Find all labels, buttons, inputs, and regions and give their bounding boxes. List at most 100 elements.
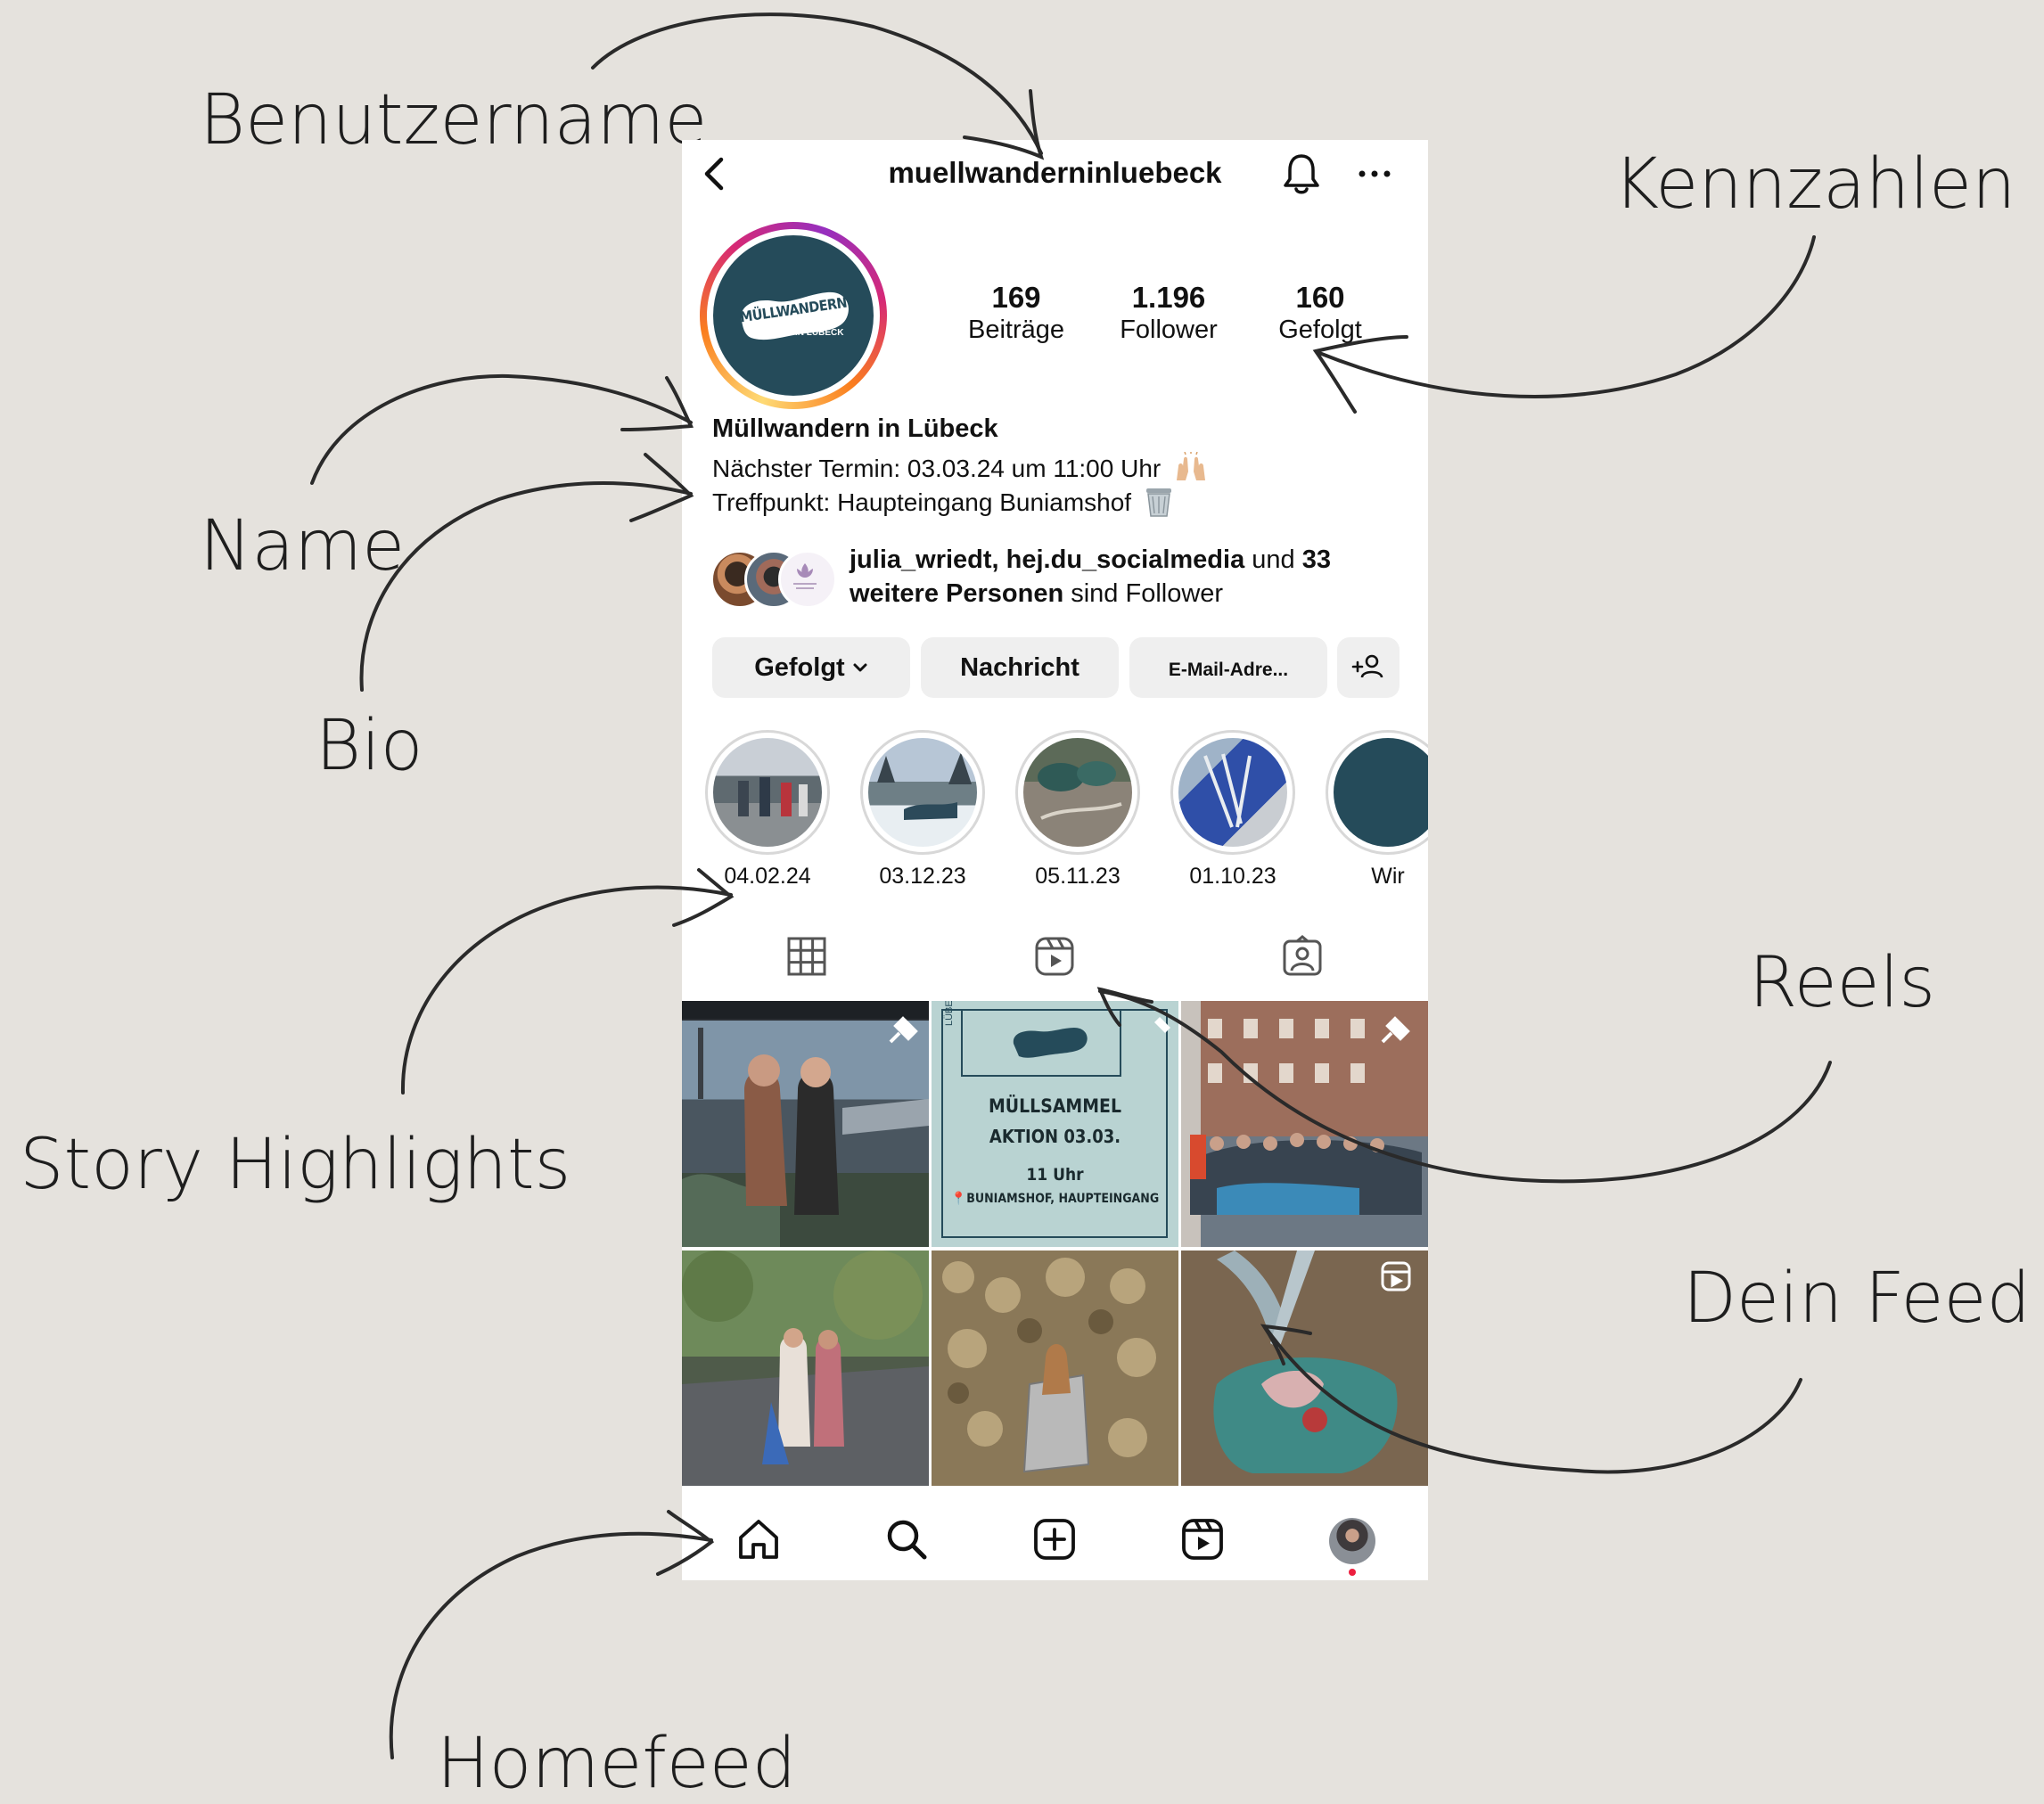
following-button-label: Gefolgt xyxy=(754,653,845,682)
highlight-2-image xyxy=(868,738,977,847)
following-button[interactable]: Gefolgt xyxy=(712,637,910,698)
poster-frame xyxy=(941,1009,1170,1238)
annotation-story-highlights: Story Highlights xyxy=(20,1125,571,1205)
annotation-bio: Bio xyxy=(316,706,423,786)
stat-posts[interactable]: 169 Beiträge xyxy=(940,281,1092,345)
poster-place: 📍BUNIAMSHOF, HAUPTEINGANG xyxy=(950,1192,1160,1206)
message-button-label: Nachricht xyxy=(960,653,1079,682)
followed-by-suffix: sind Follower xyxy=(1071,579,1224,608)
wastebasket-emoji-icon xyxy=(1145,488,1171,517)
post-1[interactable] xyxy=(682,1001,929,1247)
highlight-2[interactable]: 03.12.23 xyxy=(860,730,985,890)
post-4[interactable] xyxy=(682,1250,929,1486)
arrow-name-head xyxy=(620,376,694,431)
followed-by-line-2: weitere Personen sind Follower xyxy=(850,577,1331,611)
bio-line-1: Nächster Termin: 03.03.24 um 11:00 Uhr xyxy=(712,452,1209,483)
highlight-2-ring xyxy=(860,730,985,855)
grid-icon[interactable] xyxy=(785,935,828,978)
poster-title-2: AKTION 03.03. xyxy=(989,1126,1121,1147)
highlight-2-label: 03.12.23 xyxy=(879,864,966,889)
highlight-4[interactable]: 01.10.23 xyxy=(1170,730,1295,890)
highlight-5[interactable]: Wir xyxy=(1326,730,1428,890)
post-5[interactable] xyxy=(932,1250,1178,1486)
stat-posts-label: Beiträge xyxy=(967,316,1064,344)
highlight-1-ring xyxy=(705,730,830,855)
mutual-follower-names: julia_wriedt, hej.du_socialmedia xyxy=(850,545,1245,574)
message-button[interactable]: Nachricht xyxy=(921,637,1119,698)
logo-subtext: IN LÜBECK xyxy=(795,328,844,338)
add-person-button[interactable] xyxy=(1337,637,1400,698)
highlight-5-image xyxy=(1334,738,1428,847)
highlight-1[interactable]: 04.02.24 xyxy=(705,730,830,890)
stat-followers[interactable]: 1.196 Follower xyxy=(1093,281,1244,345)
profile-display-name: Müllwandern in Lübeck xyxy=(712,414,998,443)
highlight-3-label: 05.11.23 xyxy=(1035,864,1121,889)
add-person-icon xyxy=(1351,654,1383,678)
annotation-reels: Reels xyxy=(1749,943,1935,1023)
annotation-name: Name xyxy=(200,506,406,586)
stat-following[interactable]: 160 Gefolgt xyxy=(1244,281,1396,345)
avatar-ring-gap: MÜLLWANDERN IN LÜBECK xyxy=(707,229,880,402)
highlight-3-ring xyxy=(1015,730,1140,855)
highlight-4-ring xyxy=(1170,730,1295,855)
lotus-icon xyxy=(793,563,817,589)
poster-time: 11 Uhr xyxy=(1026,1165,1084,1185)
highlight-3[interactable]: 05.11.23 xyxy=(1015,730,1140,890)
post-3-image xyxy=(1181,1001,1422,1247)
instagram-profile-screen: muellwanderninluebeck MÜLLWANDERN IN LÜB… xyxy=(682,140,1428,1580)
mutual-follower-count: 33 xyxy=(1301,545,1331,574)
bell-icon[interactable] xyxy=(1279,151,1324,197)
annotation-benutzername: Benutzername xyxy=(200,80,708,160)
post-6[interactable] xyxy=(1181,1250,1428,1486)
bio-line-1-text: Nächster Termin: 03.03.24 um 11:00 Uhr xyxy=(712,455,1162,482)
reels-icon[interactable] xyxy=(1033,935,1076,978)
profile-avatar[interactable]: MÜLLWANDERN IN LÜBECK xyxy=(700,222,887,409)
bio-line-2: Treffpunkt: Haupteingang Buniamshof xyxy=(712,486,1174,518)
poster-title-1: MÜLLSAMMEL xyxy=(988,1095,1121,1117)
top-bar: muellwanderninluebeck xyxy=(682,140,1428,208)
mutual-follower-avatars[interactable] xyxy=(710,550,837,609)
arrow-bio xyxy=(359,481,693,692)
stat-followers-label: Follower xyxy=(1120,316,1218,344)
more-options-icon[interactable] xyxy=(1352,158,1397,190)
highlight-5-label: Wir xyxy=(1371,864,1405,889)
feed-grid: LÜBECK MÜLLSAMMEL AKTION 03.03. 11 Uhr 📍… xyxy=(682,1001,1428,1489)
stat-following-value: 160 xyxy=(1295,281,1345,314)
followed-by-line-1: julia_wriedt, hej.du_socialmedia und 33 xyxy=(850,543,1331,577)
create-post-icon[interactable] xyxy=(1031,1516,1078,1562)
post-4-image xyxy=(682,1250,929,1486)
poster-place-text: BUNIAMSHOF, HAUPTEINGANG xyxy=(966,1192,1160,1206)
bio-line-2-text: Treffpunkt: Haupteingang Buniamshof xyxy=(712,488,1132,516)
post-3[interactable] xyxy=(1181,1001,1428,1247)
post-6-image xyxy=(1181,1250,1428,1486)
followed-by-text[interactable]: julia_wriedt, hej.du_socialmedia und 33 … xyxy=(850,543,1331,611)
home-icon[interactable] xyxy=(735,1516,782,1562)
email-button[interactable]: E-Mail-Adre... xyxy=(1129,637,1327,698)
followed-by-und: und xyxy=(1252,545,1295,574)
tagged-icon[interactable] xyxy=(1281,935,1324,978)
raised-hands-emoji-icon xyxy=(1177,452,1206,480)
arrow-name xyxy=(310,373,693,485)
profile-nav-avatar[interactable] xyxy=(1329,1518,1375,1564)
highlight-1-label: 04.02.24 xyxy=(724,864,811,889)
annotation-dein-feed: Dein Feed xyxy=(1683,1259,2032,1339)
annotation-kennzahlen: Kennzahlen xyxy=(1613,144,2016,225)
poster-side-text: LÜBECK xyxy=(944,1001,955,1026)
profile-tabs xyxy=(682,915,1428,996)
annotation-homefeed: Homefeed xyxy=(437,1724,797,1804)
highlight-4-image xyxy=(1178,738,1287,847)
highlight-4-label: 01.10.23 xyxy=(1189,864,1276,889)
highlight-1-image xyxy=(713,738,822,847)
reels-nav-icon[interactable] xyxy=(1179,1516,1226,1562)
highlight-3-image xyxy=(1023,738,1132,847)
stat-following-label: Gefolgt xyxy=(1278,316,1362,344)
bottom-navigation xyxy=(682,1493,1428,1580)
post-1-image xyxy=(682,1001,929,1247)
notification-dot xyxy=(1349,1569,1356,1576)
followed-by-others: weitere Personen xyxy=(850,579,1064,608)
stat-posts-value: 169 xyxy=(991,281,1041,314)
post-2-poster[interactable]: LÜBECK MÜLLSAMMEL AKTION 03.03. 11 Uhr 📍… xyxy=(932,1001,1178,1247)
avatar-logo: MÜLLWANDERN IN LÜBECK xyxy=(713,235,874,396)
highlight-5-ring xyxy=(1326,730,1428,855)
search-icon[interactable] xyxy=(883,1516,930,1562)
